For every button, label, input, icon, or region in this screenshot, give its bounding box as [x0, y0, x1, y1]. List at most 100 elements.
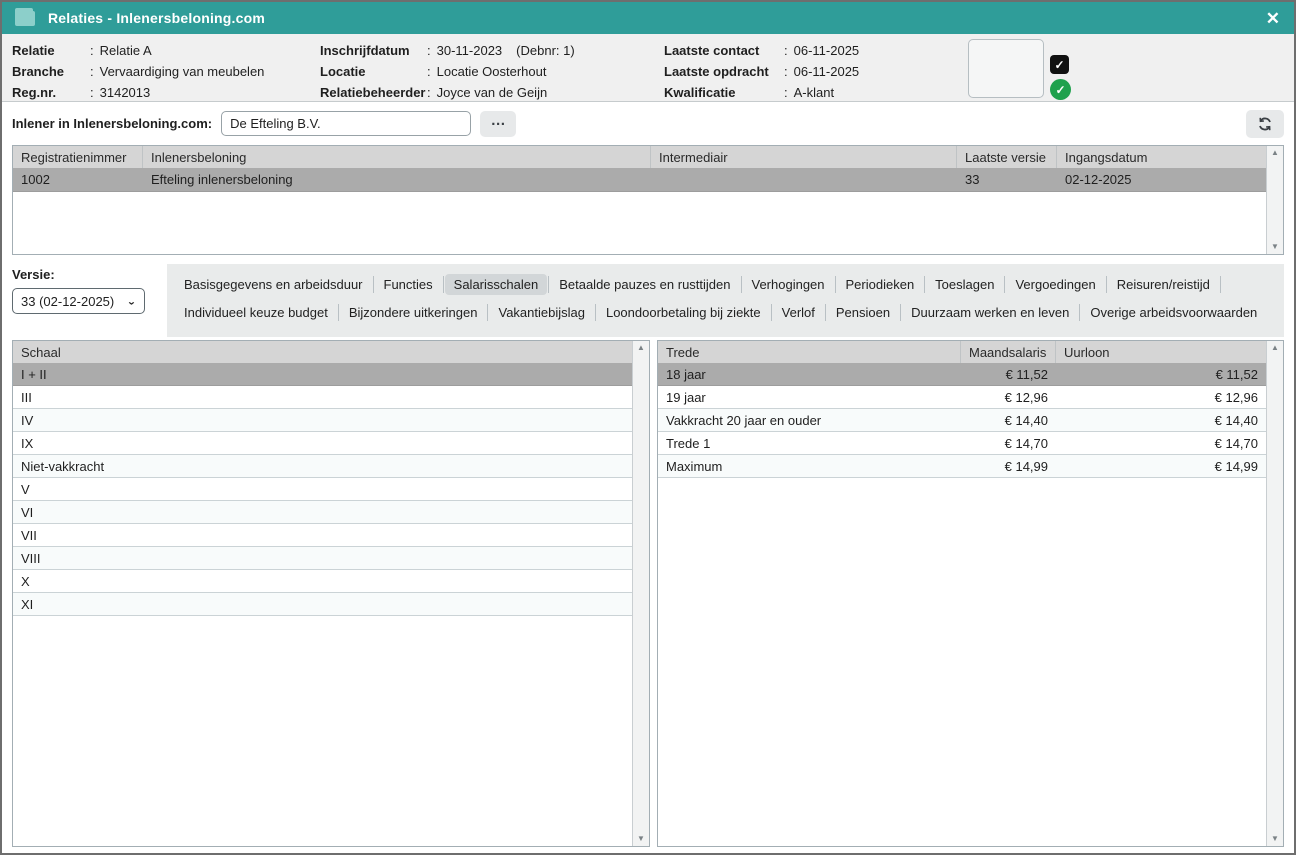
- schaal-row[interactable]: VI: [13, 501, 649, 524]
- schaal-row[interactable]: XI: [13, 593, 649, 616]
- scroll-up-icon[interactable]: ▲: [1271, 344, 1279, 352]
- schaal-row[interactable]: IV: [13, 409, 649, 432]
- colon: :: [90, 43, 94, 58]
- field-regnr: Reg.nr. : 3142013: [12, 83, 320, 101]
- field-value: A-klant: [794, 85, 834, 100]
- schaal-scrollbar[interactable]: ▲ ▼: [632, 341, 649, 846]
- field-laatste-contact: Laatste contact : 06-11-2025: [664, 41, 964, 59]
- tab-betaalde-pauzes-en-rusttijden[interactable]: Betaalde pauzes en rusttijden: [550, 274, 739, 295]
- column-header-inlenersbeloning[interactable]: Inlenersbeloning: [143, 146, 651, 168]
- field-value: 06-11-2025: [794, 43, 860, 58]
- schaal-row[interactable]: X: [13, 570, 649, 593]
- scroll-up-icon[interactable]: ▲: [637, 344, 645, 352]
- tab-divider: [741, 276, 742, 293]
- relation-info-header: Relatie : Relatie A Branche : Vervaardig…: [2, 34, 1294, 102]
- tab-divider: [595, 304, 596, 321]
- tab-periodieken[interactable]: Periodieken: [837, 274, 924, 295]
- cell-schaal: XI: [13, 597, 632, 612]
- tab-overige-arbeidsvoorwaarden[interactable]: Overige arbeidsvoorwaarden: [1081, 302, 1266, 323]
- trede-row[interactable]: Vakkracht 20 jaar en ouder € 14,40 € 14,…: [658, 409, 1283, 432]
- cell-schaal: VIII: [13, 551, 632, 566]
- tab-divider: [338, 304, 339, 321]
- tab-vakantiebijslag[interactable]: Vakantiebijslag: [489, 302, 593, 323]
- tab-verlof[interactable]: Verlof: [773, 302, 824, 323]
- schaal-row[interactable]: Niet-vakkracht: [13, 455, 649, 478]
- tab-functies[interactable]: Functies: [375, 274, 442, 295]
- versie-tabs-section: Versie: 33 (02-12-2025) ⌄ Basisgegevens …: [2, 255, 1294, 337]
- tab-divider: [825, 304, 826, 321]
- tab-pensioen[interactable]: Pensioen: [827, 302, 899, 323]
- trede-scrollbar[interactable]: ▲ ▼: [1266, 341, 1283, 846]
- cell-maandsalaris: € 12,96: [961, 390, 1056, 405]
- cell-trede: 19 jaar: [658, 390, 961, 405]
- cell-schaal: V: [13, 482, 632, 497]
- cell-schaal: I + II: [13, 367, 632, 382]
- versie-select[interactable]: 33 (02-12-2025) ⌄: [12, 288, 145, 314]
- column-header-maandsalaris[interactable]: Maandsalaris: [961, 341, 1056, 363]
- schaal-row[interactable]: III: [13, 386, 649, 409]
- field-label: Kwalificatie: [664, 85, 784, 100]
- column-header-schaal[interactable]: Schaal: [13, 341, 632, 363]
- tab-toeslagen[interactable]: Toeslagen: [926, 274, 1003, 295]
- refresh-button[interactable]: [1246, 110, 1284, 138]
- check-icon: ✓: [1055, 83, 1065, 97]
- schaal-row[interactable]: V: [13, 478, 649, 501]
- active-checkbox[interactable]: ✓: [1050, 55, 1069, 74]
- tab-divider: [900, 304, 901, 321]
- trede-row[interactable]: 18 jaar € 11,52 € 11,52: [658, 363, 1283, 386]
- cell-trede: Vakkracht 20 jaar en ouder: [658, 413, 961, 428]
- registraties-table-header: Registratienimmer Inlenersbeloning Inter…: [13, 146, 1283, 168]
- tab-row-2: Individueel keuze budget Bijzondere uitk…: [175, 299, 1276, 325]
- trede-row[interactable]: Maximum € 14,99 € 14,99: [658, 455, 1283, 478]
- cell-schaal: IV: [13, 413, 632, 428]
- tab-basisgegevens-en-arbeidsduur[interactable]: Basisgegevens en arbeidsduur: [175, 274, 372, 295]
- column-header-trede[interactable]: Trede: [658, 341, 961, 363]
- app-window: Relaties - Inlenersbeloning.com ✕ Relati…: [0, 0, 1296, 855]
- tab-duurzaam-werken-en-leven[interactable]: Duurzaam werken en leven: [902, 302, 1078, 323]
- trede-row[interactable]: 19 jaar € 12,96 € 12,96: [658, 386, 1283, 409]
- tab-divider: [1079, 304, 1080, 321]
- column-header-registratienummer[interactable]: Registratienimmer: [13, 146, 143, 168]
- inlener-input[interactable]: [221, 111, 471, 136]
- column-header-laatste-versie[interactable]: Laatste versie: [957, 146, 1057, 168]
- salarisschalen-panels: Schaal I + II III IV IX Niet-vakkracht V…: [12, 340, 1284, 847]
- trede-table-header: Trede Maandsalaris Uurloon: [658, 341, 1283, 363]
- tab-divider: [548, 276, 549, 293]
- tab-salarisschalen[interactable]: Salarisschalen: [445, 274, 548, 295]
- tab-loondoorbetaling-bij-ziekte[interactable]: Loondoorbetaling bij ziekte: [597, 302, 770, 323]
- tab-vergoedingen[interactable]: Vergoedingen: [1006, 274, 1104, 295]
- scroll-down-icon[interactable]: ▼: [637, 835, 645, 843]
- field-value: Vervaardiging van meubelen: [100, 64, 265, 79]
- cell-ingangsdatum: 02-12-2025: [1057, 172, 1266, 187]
- cell-trede: Trede 1: [658, 436, 961, 451]
- schaal-row[interactable]: VIII: [13, 547, 649, 570]
- cell-uurloon: € 14,40: [1056, 413, 1266, 428]
- cell-maandsalaris: € 11,52: [961, 367, 1056, 382]
- column-header-intermediair[interactable]: Intermediair: [651, 146, 957, 168]
- field-value: Locatie Oosterhout: [437, 64, 547, 79]
- tab-reisuren-reistijd[interactable]: Reisuren/reistijd: [1108, 274, 1219, 295]
- tab-divider: [443, 276, 444, 293]
- close-icon[interactable]: ✕: [1266, 10, 1280, 27]
- column-header-uurloon[interactable]: Uurloon: [1056, 341, 1266, 363]
- scroll-up-icon[interactable]: ▲: [1271, 149, 1279, 157]
- cell-maandsalaris: € 14,70: [961, 436, 1056, 451]
- cell-schaal: Niet-vakkracht: [13, 459, 632, 474]
- tab-divider: [487, 304, 488, 321]
- column-header-ingangsdatum[interactable]: Ingangsdatum: [1057, 146, 1266, 168]
- browse-button[interactable]: …: [480, 111, 516, 137]
- tab-bijzondere-uitkeringen[interactable]: Bijzondere uitkeringen: [340, 302, 487, 323]
- schaal-row[interactable]: I + II: [13, 363, 649, 386]
- scroll-down-icon[interactable]: ▼: [1271, 835, 1279, 843]
- tab-individueel-keuze-budget[interactable]: Individueel keuze budget: [175, 302, 337, 323]
- tab-verhogingen[interactable]: Verhogingen: [743, 274, 834, 295]
- scroll-down-icon[interactable]: ▼: [1271, 243, 1279, 251]
- versie-selected-value: 33 (02-12-2025): [21, 294, 114, 309]
- registratie-row[interactable]: 1002 Efteling inlenersbeloning 33 02-12-…: [13, 168, 1283, 192]
- trede-row[interactable]: Trede 1 € 14,70 € 14,70: [658, 432, 1283, 455]
- field-label: Relatie: [12, 43, 90, 58]
- schaal-row[interactable]: IX: [13, 432, 649, 455]
- schaal-row[interactable]: VII: [13, 524, 649, 547]
- registraties-scrollbar[interactable]: ▲ ▼: [1266, 146, 1283, 254]
- field-value: 06-11-2025: [794, 64, 860, 79]
